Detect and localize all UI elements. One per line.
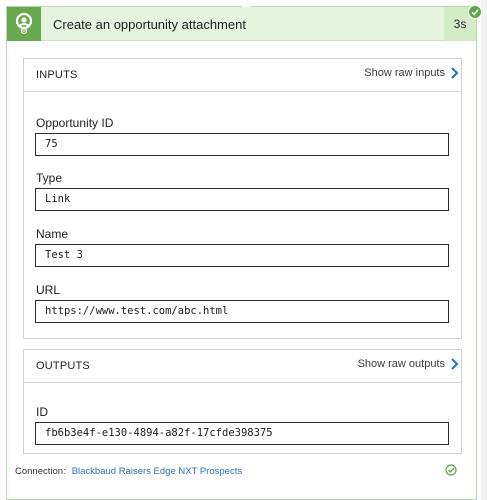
- id-label: ID: [36, 405, 48, 419]
- success-check-icon: [468, 5, 482, 19]
- type-label: Type: [36, 171, 63, 185]
- chevron-right-icon[interactable]: [449, 66, 461, 80]
- connection-name-link[interactable]: Blackbaud Raisers Edge NXT Prospects: [72, 466, 242, 477]
- opportunity-id-field[interactable]: 75: [35, 133, 449, 156]
- show-raw-inputs-link[interactable]: Show raw inputs: [364, 67, 445, 79]
- connection-info: Connection: Blackbaud Raisers Edge NXT Pr…: [15, 466, 242, 477]
- outputs-panel: OUTPUTS Show raw outputs ID fb6b3e4f-e13…: [23, 349, 462, 454]
- show-raw-outputs-link[interactable]: Show raw outputs: [358, 358, 445, 370]
- connection-ok-icon: [445, 464, 457, 476]
- outputs-panel-header: OUTPUTS Show raw outputs: [24, 350, 461, 383]
- connection-label: Connection:: [15, 466, 66, 477]
- inputs-title: INPUTS: [36, 69, 78, 81]
- inputs-panel: INPUTS Show raw inputs Opportunity ID 75…: [23, 58, 462, 339]
- url-label: URL: [36, 283, 61, 297]
- inputs-panel-header: INPUTS Show raw inputs: [24, 59, 461, 92]
- id-field[interactable]: fb6b3e4f-e130-4894-a82f-17cfde398375: [35, 422, 449, 445]
- scrollbar-track[interactable]: [481, 0, 487, 500]
- action-card: Create an opportunity attachment 3s INPU…: [6, 2, 482, 500]
- opportunity-id-label: Opportunity ID: [36, 116, 114, 130]
- action-title: Create an opportunity attachment: [53, 17, 246, 32]
- action-header[interactable]: Create an opportunity attachment 3s: [7, 7, 476, 41]
- connector-icon-box: [7, 7, 41, 41]
- url-field[interactable]: https://www.test.com/abc.html: [35, 300, 449, 323]
- type-field[interactable]: Link: [35, 188, 449, 211]
- name-label: Name: [36, 227, 69, 241]
- user-circle-icon: [15, 13, 33, 35]
- name-field[interactable]: Test 3: [35, 244, 449, 267]
- outputs-title: OUTPUTS: [36, 360, 90, 372]
- chevron-right-icon[interactable]: [449, 357, 461, 371]
